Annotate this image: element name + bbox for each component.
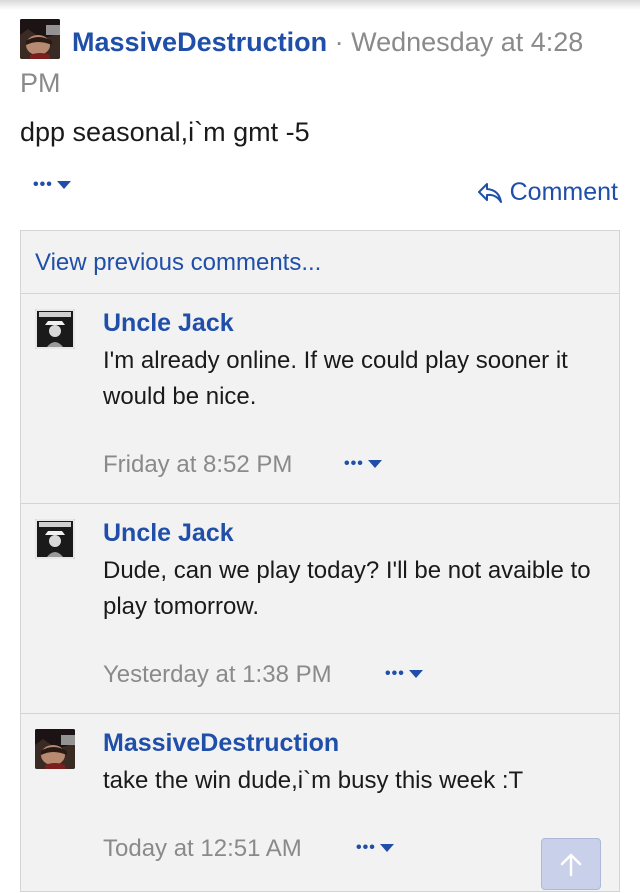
comment-author-avatar[interactable] <box>35 519 75 559</box>
post-author-link[interactable]: MassiveDestruction <box>72 27 327 57</box>
comment-text: Dude, can we play today? I'll be not ava… <box>103 557 591 620</box>
caret-down-icon <box>56 181 71 189</box>
comment-author-link[interactable]: Uncle Jack <box>103 519 234 548</box>
comment-item: Uncle Jack I'm already online. If we cou… <box>21 293 619 503</box>
comment-author-avatar[interactable] <box>35 729 75 769</box>
comment-timestamp[interactable]: Yesterday at 1:38 PM <box>103 661 332 689</box>
comment-text: take the win dude,i`m busy this week :T <box>103 767 524 794</box>
arrow-up-icon <box>560 853 582 877</box>
header-separator: · <box>334 27 344 57</box>
caret-down-icon <box>408 670 423 678</box>
caret-down-icon <box>367 460 382 468</box>
scroll-to-top-button[interactable] <box>541 838 601 890</box>
caret-down-icon <box>379 844 394 852</box>
comments-section: View previous comments... Uncle Jack I'm… <box>20 230 620 892</box>
more-dots-icon: ••• <box>385 665 405 682</box>
top-shadow <box>0 0 640 10</box>
view-previous-comments-link[interactable]: View previous comments... <box>35 249 321 277</box>
avatar-image-icon <box>35 519 75 559</box>
comment-options-menu[interactable]: ••• <box>344 455 382 472</box>
comment-item: Uncle Jack Dude, can we play today? I'll… <box>21 503 619 713</box>
comment-text: I'm already online. If we could play soo… <box>103 347 568 410</box>
comment-button-label: Comment <box>509 178 618 206</box>
more-dots-icon: ••• <box>344 455 364 472</box>
comment-button[interactable]: Comment <box>476 178 618 207</box>
comment-options-menu[interactable]: ••• <box>385 665 423 682</box>
post-body: dpp seasonal,i`m gmt -5 <box>20 117 310 147</box>
comment-author-avatar[interactable] <box>35 309 75 349</box>
post-options-menu[interactable]: ••• <box>33 176 71 193</box>
reply-arrow-icon <box>477 182 502 203</box>
avatar-image-icon <box>35 309 75 349</box>
more-dots-icon: ••• <box>356 839 376 856</box>
comment-author-link[interactable]: MassiveDestruction <box>103 729 339 758</box>
comment-options-menu[interactable]: ••• <box>356 839 394 856</box>
more-dots-icon: ••• <box>33 176 53 193</box>
comment-timestamp[interactable]: Today at 12:51 AM <box>103 835 302 863</box>
avatar-image-icon <box>35 729 75 769</box>
comment-timestamp[interactable]: Friday at 8:52 PM <box>103 451 292 479</box>
post-header: MassiveDestruction · Wednesday at 4:28 P… <box>20 22 620 104</box>
comment-author-link[interactable]: Uncle Jack <box>103 309 234 338</box>
comment-item: MassiveDestruction take the win dude,i`m… <box>21 713 619 893</box>
